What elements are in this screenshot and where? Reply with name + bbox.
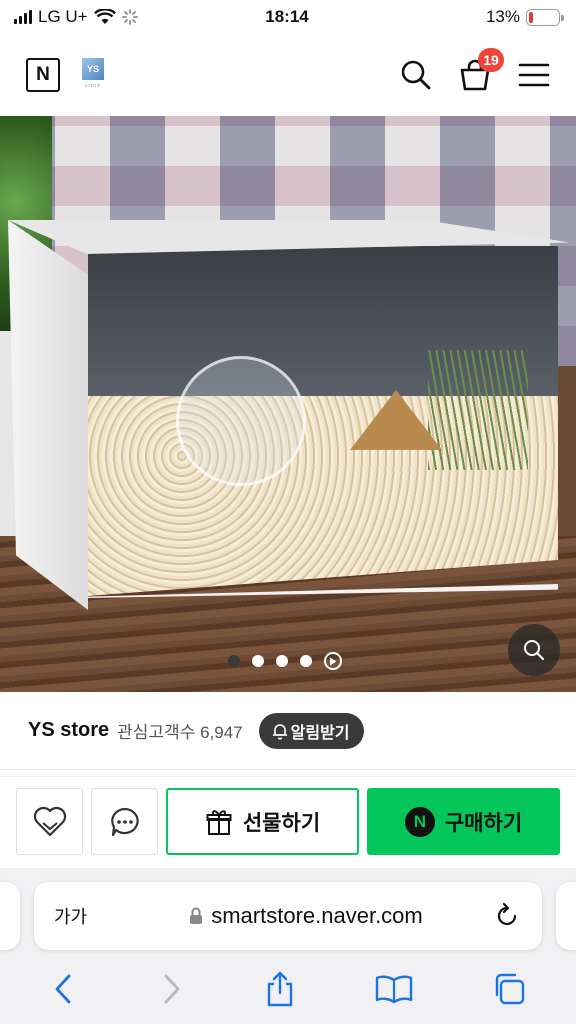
naver-logo[interactable]: N [26, 58, 60, 92]
heart-icon [33, 806, 66, 836]
gallery-dot[interactable] [228, 655, 240, 667]
next-tab-peek[interactable] [556, 882, 576, 950]
follower-count: 관심고객수 6,947 [117, 723, 243, 742]
battery-icon [525, 8, 564, 26]
product-image[interactable] [0, 116, 576, 692]
status-bar: LG U+ 18:14 13% [0, 0, 576, 34]
browser-toolbar [0, 964, 576, 1014]
gallery-dot[interactable] [300, 655, 312, 667]
store-name[interactable]: YS store [28, 719, 109, 742]
gift-label: 선물하기 [242, 811, 321, 835]
zoom-icon [524, 640, 545, 661]
bookmarks-icon[interactable] [374, 973, 414, 1005]
chat-icon [110, 807, 139, 836]
hamster-cage [8, 220, 570, 610]
wifi-icon [93, 9, 116, 24]
video-play-icon[interactable] [324, 652, 342, 670]
share-icon[interactable] [263, 970, 297, 1008]
battery-percent: 13% [485, 7, 520, 26]
alarm-button[interactable]: 알림받기 [258, 712, 364, 749]
buy-button[interactable]: N 구매하기 [367, 788, 560, 855]
gallery-dot[interactable] [276, 655, 288, 667]
gift-button[interactable]: 선물하기 [166, 788, 359, 855]
purchase-action-bar: 선물하기 N 구매하기 [0, 776, 576, 866]
app-header: N YS store 19 [0, 40, 576, 110]
menu-icon[interactable] [518, 62, 550, 88]
url-display[interactable]: smartstore.naver.com [134, 903, 478, 929]
tabs-icon[interactable] [491, 971, 527, 1007]
reader-text-size-button[interactable]: 가가 [54, 903, 134, 929]
status-right: 13% [360, 7, 564, 27]
browser-chrome: 가가 smartstore.naver.com [0, 868, 576, 1024]
alarm-label: 알림받기 [290, 724, 350, 742]
hamster-wheel [176, 356, 306, 486]
search-icon[interactable] [400, 59, 432, 91]
loading-spinner-icon [121, 9, 138, 25]
store-info-row: YS store 관심고객수 6,947 알림받기 [0, 692, 576, 770]
back-icon[interactable] [49, 972, 79, 1006]
npay-badge: N [404, 806, 435, 837]
url-text: smartstore.naver.com [211, 903, 423, 928]
cart-button[interactable]: 19 [458, 48, 504, 92]
reload-icon[interactable] [492, 901, 522, 931]
signal-icon [14, 10, 32, 24]
gallery-dot[interactable] [252, 655, 264, 667]
cage-grass [428, 350, 528, 470]
store-logo-mark: YS [82, 58, 104, 80]
cart-count-badge: 19 [478, 48, 504, 72]
store-logo[interactable]: YS store [80, 58, 106, 92]
clock: 18:14 [265, 7, 309, 26]
gift-icon [206, 809, 232, 835]
wishlist-button[interactable] [16, 788, 83, 855]
lock-icon [190, 907, 203, 924]
previous-tab-peek[interactable] [0, 882, 20, 950]
carrier-label: LG U+ [38, 7, 88, 26]
status-left: LG U+ [14, 7, 214, 27]
buy-label: 구매하기 [444, 811, 523, 835]
gallery-pagination [228, 652, 342, 670]
forward-icon[interactable] [156, 972, 186, 1006]
talk-button[interactable] [91, 788, 158, 855]
store-logo-caption: store [84, 83, 102, 89]
address-bar[interactable]: 가가 smartstore.naver.com [34, 882, 542, 950]
bell-plus-icon [272, 723, 287, 740]
cage-side-panel [8, 220, 88, 610]
battery-fill [528, 11, 533, 23]
zoom-button[interactable] [508, 624, 560, 676]
